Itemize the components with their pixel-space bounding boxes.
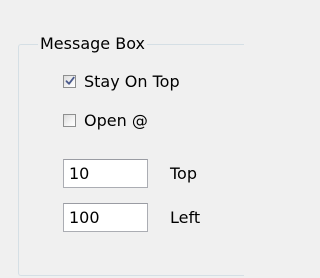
open-at-label: Open @ [84,110,148,130]
stay-on-top-label: Stay On Top [84,71,180,91]
stay-on-top-option[interactable]: Stay On Top [63,69,180,93]
checkmark-icon [65,76,75,85]
top-input[interactable] [63,159,148,188]
left-input[interactable] [63,203,148,232]
left-label: Left [170,208,201,227]
group-title: Message Box [38,31,147,57]
top-label: Top [170,164,197,183]
open-at-checkbox[interactable] [63,113,76,127]
open-at-option[interactable]: Open @ [63,108,148,132]
stay-on-top-checkbox[interactable] [63,74,76,88]
